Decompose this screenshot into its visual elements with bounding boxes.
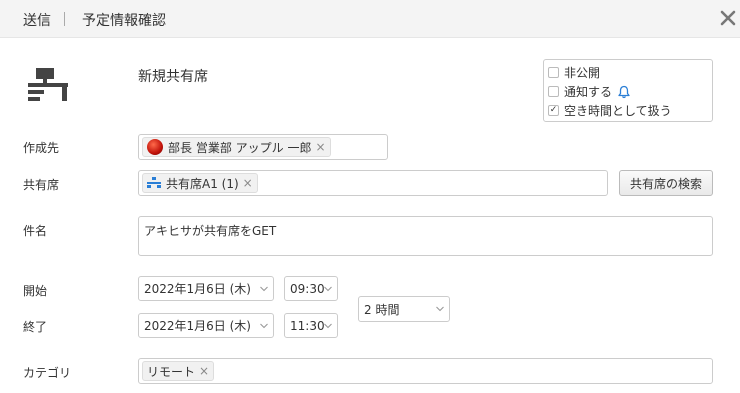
bell-icon: [618, 85, 630, 98]
remove-creator-icon[interactable]: ×: [315, 140, 325, 154]
send-tab[interactable]: 送信: [23, 10, 51, 30]
notify-checkbox[interactable]: [548, 86, 559, 97]
creator-field[interactable]: 部長 営業部 アップル 一郎 ×: [138, 134, 388, 160]
end-date-value: 2022年1月6日 (木): [144, 319, 251, 333]
new-seat-title: 新規共有席: [138, 69, 208, 85]
start-time-value: 09:30: [290, 281, 325, 296]
chevron-down-icon: [260, 286, 268, 291]
dialog-header: 送信 予定情報確認: [0, 0, 740, 38]
end-date-select[interactable]: 2022年1月6日 (木): [138, 313, 274, 338]
creator-label: 作成先: [23, 141, 60, 155]
seat-chip-label: 共有席A1 (1): [166, 176, 239, 191]
notify-label: 通知する: [564, 85, 613, 99]
remove-category-icon[interactable]: ×: [199, 364, 209, 378]
chevron-down-icon: [324, 323, 332, 328]
free-time-checkbox[interactable]: ✓: [548, 105, 559, 116]
end-time-value: 11:30: [290, 318, 325, 333]
category-field[interactable]: リモート ×: [138, 358, 713, 384]
seat-label: 共有席: [23, 178, 60, 192]
end-time-select[interactable]: 11:30: [284, 313, 338, 338]
header-divider: [64, 12, 65, 26]
seat-icon: [147, 177, 161, 188]
duration-value: 2 時間: [364, 302, 400, 317]
private-option[interactable]: 非公開: [548, 63, 712, 82]
avatar: [147, 139, 163, 155]
subject-value: アキヒサが共有席をGET: [144, 224, 277, 238]
end-label: 終了: [23, 320, 48, 334]
start-date-value: 2022年1月6日 (木): [144, 282, 251, 296]
category-chip-label: リモート: [147, 364, 196, 379]
start-time-select[interactable]: 09:30: [284, 276, 338, 301]
desk-icon: [28, 68, 68, 101]
options-panel: 非公開 通知する ✓ 空き時間として扱う: [543, 59, 713, 122]
chevron-down-icon: [260, 323, 268, 328]
notify-option[interactable]: 通知する: [548, 82, 712, 101]
seat-search-button[interactable]: 共有席の検索: [619, 170, 713, 196]
free-time-label: 空き時間として扱う: [564, 104, 672, 118]
creator-chip-label: 部長 営業部 アップル 一郎: [168, 140, 312, 155]
close-icon[interactable]: [719, 9, 737, 27]
subject-label: 件名: [23, 224, 48, 238]
subject-input[interactable]: アキヒサが共有席をGET: [138, 216, 713, 256]
chevron-down-icon: [324, 286, 332, 291]
seat-field[interactable]: 共有席A1 (1) ×: [138, 170, 608, 196]
remove-seat-icon[interactable]: ×: [243, 176, 253, 190]
private-checkbox[interactable]: [548, 67, 559, 78]
chevron-down-icon: [436, 306, 444, 312]
free-time-option[interactable]: ✓ 空き時間として扱う: [548, 101, 712, 120]
seat-chip: 共有席A1 (1) ×: [142, 173, 258, 193]
duration-select[interactable]: 2 時間: [358, 296, 450, 322]
start-label: 開始: [23, 284, 48, 298]
start-date-select[interactable]: 2022年1月6日 (木): [138, 276, 274, 301]
dialog-title: 予定情報確認: [82, 13, 166, 29]
category-label: カテゴリ: [23, 366, 72, 380]
creator-chip: 部長 営業部 アップル 一郎 ×: [142, 137, 331, 157]
category-chip: リモート ×: [142, 361, 215, 381]
private-label: 非公開: [564, 66, 601, 80]
